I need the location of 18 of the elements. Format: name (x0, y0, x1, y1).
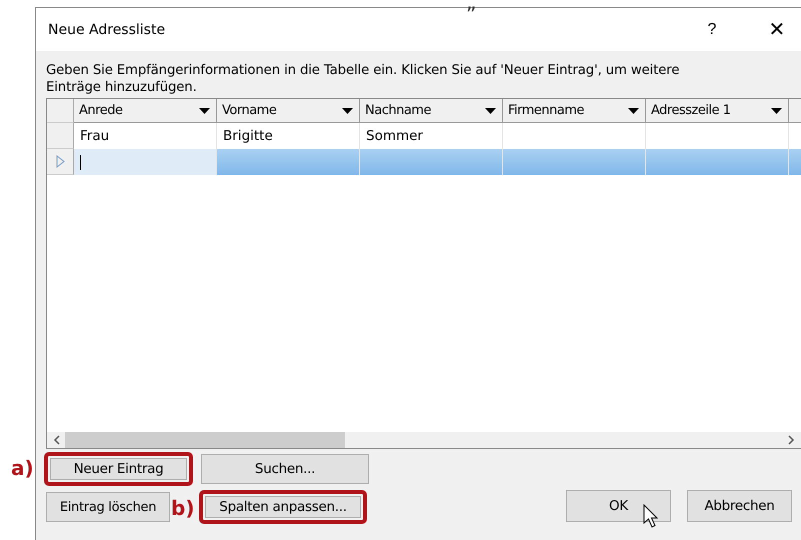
window-title: Neue Adressliste (48, 22, 166, 38)
column-header[interactable]: Nachname (360, 99, 503, 123)
action-button[interactable]: Spalten anpassen... (199, 490, 367, 524)
dialog-button[interactable]: Abbrechen (687, 490, 792, 522)
column-header[interactable]: Anrede (74, 99, 217, 123)
column-header[interactable]: Adresszeile 1 (646, 99, 789, 123)
annotation-label: a) (11, 456, 34, 480)
action-button[interactable]: Eintrag löschen (46, 492, 170, 522)
dialog-button[interactable]: OK (566, 490, 671, 522)
column-header[interactable]: Firmenname (503, 99, 646, 123)
action-button[interactable]: Suchen... (201, 454, 369, 484)
instruction-text: Geben Sie Empfängerinformationen in die Tabelle ein. Klicken Sie auf 'Neuer Eintrag', um weitere Einträge hinzuzufügen. (46, 62, 680, 96)
quote-mark: „ (466, 0, 476, 14)
action-button[interactable]: Neuer Eintrag (44, 452, 193, 486)
help-button[interactable]: ? (697, 14, 727, 44)
close-button[interactable]: ✕ (762, 14, 792, 44)
column-header[interactable]: Vorname (217, 99, 360, 123)
annotation-label: b) (171, 496, 194, 520)
